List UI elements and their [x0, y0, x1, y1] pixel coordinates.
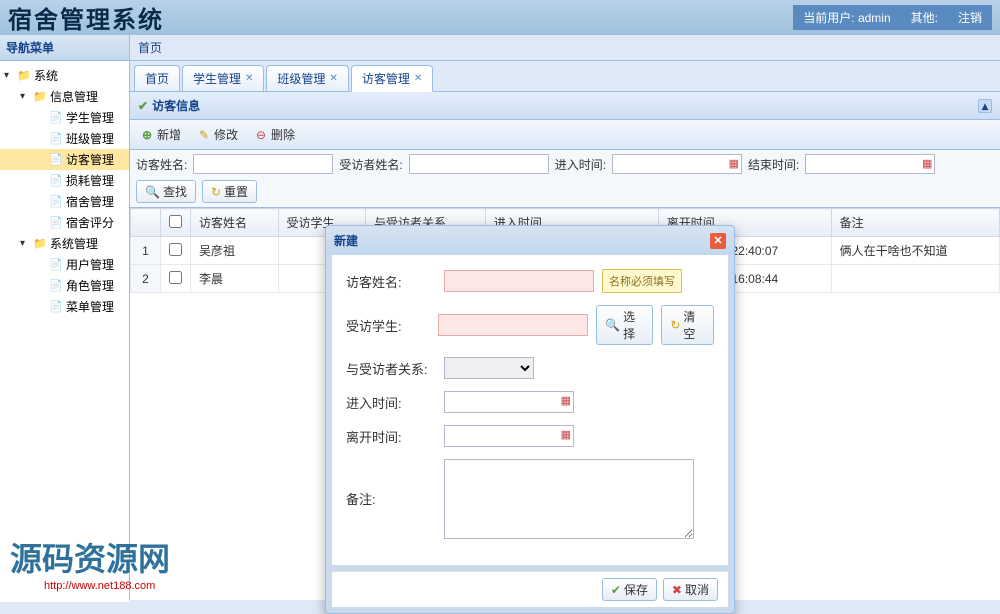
select-student-button[interactable]: 🔍选择: [596, 305, 653, 345]
clear-student-button[interactable]: ↻清空: [661, 305, 714, 345]
panel-header: ✔ 访客信息 ▴: [130, 92, 1000, 120]
leave-time-input[interactable]: [444, 425, 574, 447]
check-icon: ✔: [611, 583, 621, 597]
page-icon: [48, 152, 64, 168]
select-all-checkbox[interactable]: [169, 215, 182, 228]
dialog-body: 访客姓名: 名称必须填写 受访学生: 🔍选择 ↻清空 与受访者关系: 进入时间:…: [332, 255, 728, 565]
tab-close-icon[interactable]: ✕: [414, 73, 422, 84]
dialog-footer: ✔保存 ✖取消: [332, 571, 728, 607]
remark-textarea[interactable]: [444, 459, 694, 539]
tree-node-宿舍评分[interactable]: 宿舍评分: [0, 212, 129, 233]
tree-node-角色管理[interactable]: 角色管理: [0, 275, 129, 296]
tab-首页[interactable]: 首页: [134, 65, 180, 91]
page-icon: [48, 131, 64, 147]
tab-班级管理[interactable]: 班级管理✕: [266, 65, 348, 91]
search-icon: 🔍: [145, 185, 160, 199]
nav-tree: ▾系统▾信息管理学生管理班级管理访客管理损耗管理宿舍管理宿舍评分▾系统管理用户管…: [0, 61, 129, 602]
tab-close-icon[interactable]: ✕: [329, 73, 337, 84]
search-button[interactable]: 🔍查找: [136, 180, 196, 203]
tree-node-用户管理[interactable]: 用户管理: [0, 254, 129, 275]
visitor-name-input[interactable]: [444, 270, 594, 292]
plus-icon: ⊕: [140, 128, 154, 142]
header-userinfo: 当前用户: admin 其他: 注销: [793, 5, 992, 30]
edit-button[interactable]: ✎修改: [193, 124, 242, 145]
app-header: 宿舍管理系统 当前用户: admin 其他: 注销: [0, 0, 1000, 35]
collapse-button[interactable]: ▴: [978, 99, 992, 113]
page-icon: [48, 194, 64, 210]
add-button[interactable]: ⊕新增: [136, 124, 185, 145]
search-bar: 访客姓名: 受访者姓名: 进入时间: ▦ 结束时间: ▦ 🔍查找 ↻重置: [130, 150, 1000, 208]
calendar-icon[interactable]: ▦: [561, 428, 571, 441]
required-tooltip: 名称必须填写: [602, 269, 682, 293]
tab-close-icon[interactable]: ✕: [245, 73, 253, 84]
cancel-button[interactable]: ✖取消: [663, 578, 718, 601]
current-user: admin: [858, 11, 891, 25]
tree-node-损耗管理[interactable]: 损耗管理: [0, 170, 129, 191]
relation-select[interactable]: [444, 357, 534, 379]
student-input[interactable]: [438, 314, 588, 336]
search-enter-time-input[interactable]: [612, 154, 742, 174]
reset-button[interactable]: ↻重置: [202, 180, 257, 203]
logout-link[interactable]: 注销: [958, 9, 982, 26]
search-icon: 🔍: [605, 318, 620, 332]
search-visited-input[interactable]: [409, 154, 549, 174]
tree-node-学生管理[interactable]: 学生管理: [0, 107, 129, 128]
tree-node-宿舍管理[interactable]: 宿舍管理: [0, 191, 129, 212]
new-visitor-dialog: 新建 ✕ 访客姓名: 名称必须填写 受访学生: 🔍选择 ↻清空 与受访者关系: …: [325, 225, 735, 614]
page-icon: [48, 278, 64, 294]
page-icon: [48, 257, 64, 273]
tree-node-菜单管理[interactable]: 菜单管理: [0, 296, 129, 317]
search-visitor-input[interactable]: [193, 154, 333, 174]
page-icon: [48, 299, 64, 315]
calendar-icon[interactable]: ▦: [922, 157, 932, 170]
sidebar-title: 导航菜单: [0, 35, 129, 61]
folder-icon: [16, 68, 32, 84]
row-checkbox[interactable]: [169, 271, 182, 284]
folder-icon: [32, 236, 48, 252]
reset-icon: ↻: [211, 185, 221, 199]
page-icon: [48, 215, 64, 231]
app-title: 宿舍管理系统: [8, 0, 164, 35]
dialog-header[interactable]: 新建 ✕: [326, 226, 734, 255]
save-button[interactable]: ✔保存: [602, 578, 657, 601]
breadcrumb: 首页: [130, 35, 1000, 61]
tree-node-班级管理[interactable]: 班级管理: [0, 128, 129, 149]
page-icon: [48, 110, 64, 126]
cancel-icon: ✖: [672, 583, 682, 597]
tree-node-访客管理[interactable]: 访客管理: [0, 149, 129, 170]
pencil-icon: ✎: [197, 128, 211, 142]
nav-sidebar: 导航菜单 ▾系统▾信息管理学生管理班级管理访客管理损耗管理宿舍管理宿舍评分▾系统…: [0, 35, 130, 600]
close-icon[interactable]: ✕: [710, 233, 726, 249]
delete-button[interactable]: ⊖删除: [250, 124, 299, 145]
column-header[interactable]: 备注: [831, 209, 999, 237]
enter-time-input[interactable]: [444, 391, 574, 413]
search-end-time-input[interactable]: [805, 154, 935, 174]
tree-node-系统[interactable]: ▾系统: [0, 65, 129, 86]
check-icon: ✔: [138, 99, 148, 113]
tab-访客管理[interactable]: 访客管理✕: [351, 65, 433, 92]
page-icon: [48, 173, 64, 189]
calendar-icon[interactable]: ▦: [561, 394, 571, 407]
minus-icon: ⊖: [254, 128, 268, 142]
tree-node-系统管理[interactable]: ▾系统管理: [0, 233, 129, 254]
tab-strip: 首页学生管理✕班级管理✕访客管理✕: [130, 61, 1000, 92]
row-checkbox[interactable]: [169, 243, 182, 256]
tree-node-信息管理[interactable]: ▾信息管理: [0, 86, 129, 107]
toolbar: ⊕新增 ✎修改 ⊖删除: [130, 120, 1000, 150]
folder-icon: [32, 89, 48, 105]
clear-icon: ↻: [670, 318, 680, 332]
calendar-icon[interactable]: ▦: [729, 157, 739, 170]
tab-学生管理[interactable]: 学生管理✕: [182, 65, 264, 91]
column-header[interactable]: 访客姓名: [191, 209, 279, 237]
